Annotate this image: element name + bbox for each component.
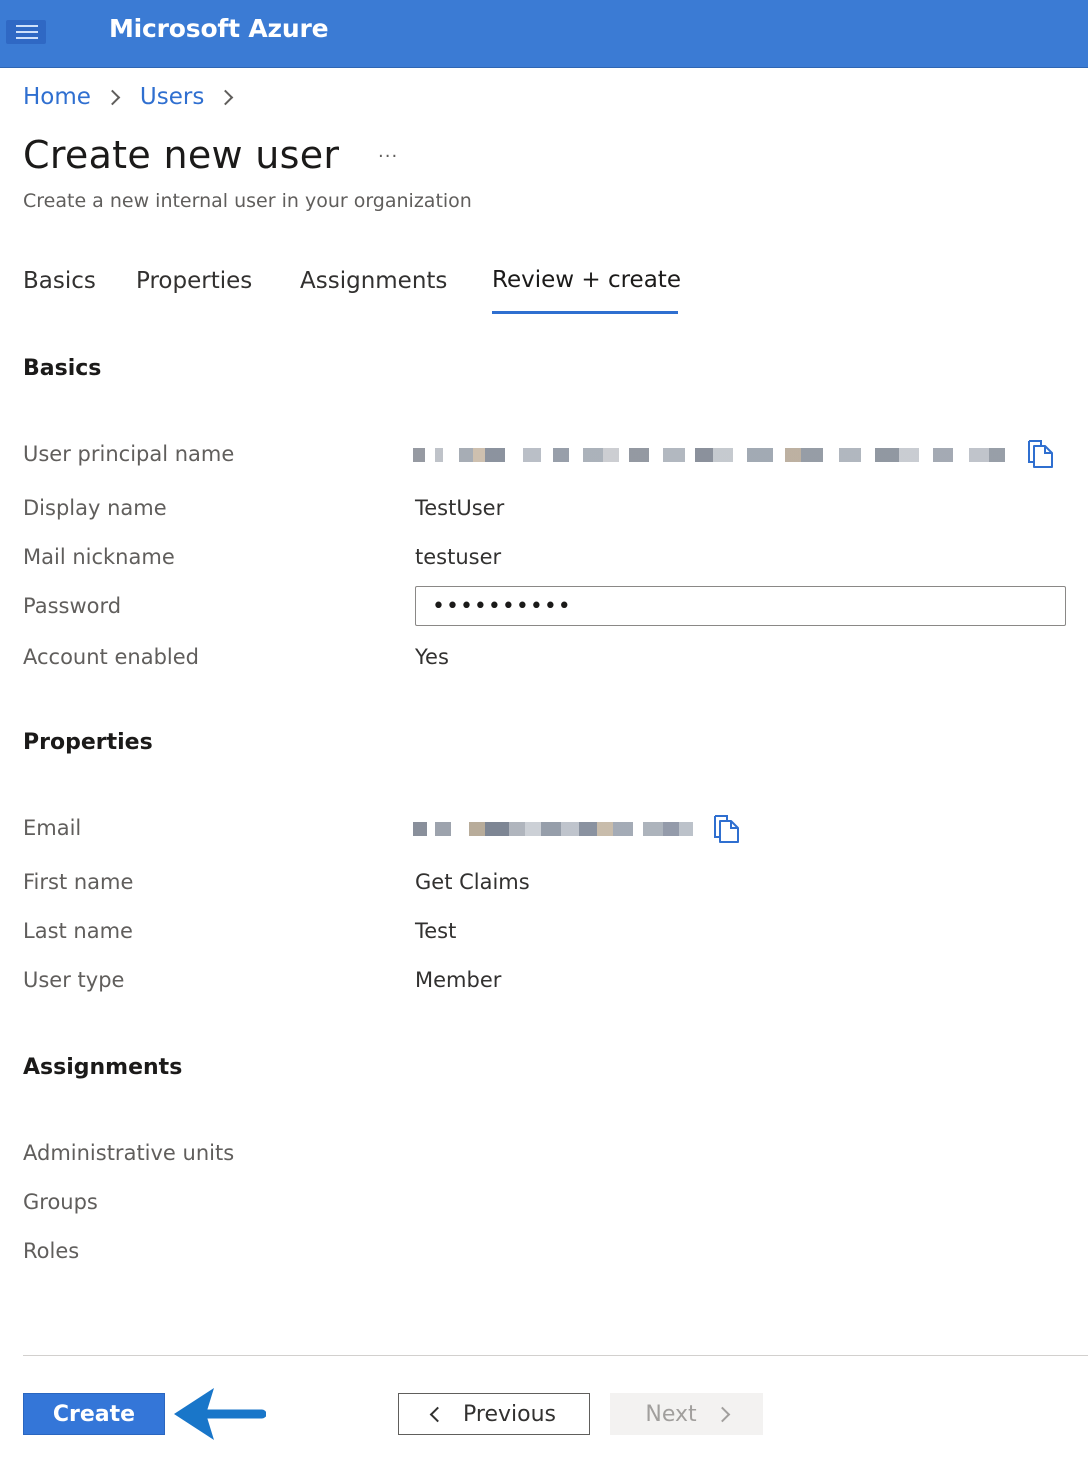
copy-icon[interactable]	[1026, 439, 1054, 469]
mail-nickname-value: testuser	[415, 545, 502, 569]
copy-icon[interactable]	[712, 814, 740, 844]
groups-label: Groups	[23, 1190, 98, 1214]
password-field[interactable]	[415, 586, 1066, 626]
chevron-right-icon	[104, 89, 121, 105]
user-principal-name-label: User principal name	[23, 442, 235, 466]
menu-bar-line	[16, 25, 38, 27]
chevron-left-icon	[429, 1406, 446, 1422]
page-subtitle: Create a new internal user in your organ…	[23, 190, 472, 212]
user-type-value: Member	[415, 968, 502, 992]
create-button[interactable]: Create	[23, 1393, 165, 1435]
next-button[interactable]: Next	[610, 1393, 763, 1435]
section-heading-properties: Properties	[23, 730, 153, 755]
user-type-label: User type	[23, 968, 125, 992]
hamburger-menu-icon[interactable]	[6, 20, 46, 44]
next-button-label: Next	[645, 1401, 697, 1427]
email-value-redacted	[413, 822, 693, 836]
chevron-right-icon	[714, 1406, 730, 1422]
tab-basics[interactable]: Basics	[23, 268, 96, 294]
administrative-units-label: Administrative units	[23, 1141, 235, 1165]
display-name-value: TestUser	[415, 496, 505, 520]
email-label: Email	[23, 816, 82, 840]
first-name-value: Get Claims	[415, 870, 530, 894]
display-name-label: Display name	[23, 496, 167, 520]
more-options-icon[interactable]: ···	[378, 146, 398, 167]
user-principal-name-value-redacted	[413, 448, 1005, 462]
previous-button-label: Previous	[463, 1401, 556, 1427]
arrow-left-icon	[174, 1388, 266, 1440]
app-title[interactable]: Microsoft Azure	[109, 14, 329, 43]
page-title: Create new user	[23, 133, 340, 177]
account-enabled-value: Yes	[415, 645, 449, 669]
menu-bar-line	[16, 37, 38, 39]
first-name-label: First name	[23, 870, 134, 894]
breadcrumb-home[interactable]: Home	[23, 84, 91, 110]
tab-properties[interactable]: Properties	[136, 268, 252, 294]
roles-label: Roles	[23, 1239, 80, 1263]
tab-review-create[interactable]: Review + create	[492, 267, 681, 293]
last-name-value: Test	[415, 919, 457, 943]
password-label: Password	[23, 594, 122, 618]
tab-assignments[interactable]: Assignments	[300, 268, 447, 294]
breadcrumb-users[interactable]: Users	[140, 84, 204, 110]
chevron-right-icon	[218, 89, 234, 105]
section-heading-basics: Basics	[23, 356, 102, 381]
account-enabled-label: Account enabled	[23, 645, 199, 669]
menu-bar-line	[16, 31, 38, 33]
breadcrumb: Home Users	[23, 84, 253, 110]
footer-divider	[23, 1355, 1088, 1356]
previous-button[interactable]: Previous	[398, 1393, 590, 1435]
mail-nickname-label: Mail nickname	[23, 545, 175, 569]
top-bar: Microsoft Azure	[0, 0, 1088, 68]
section-heading-assignments: Assignments	[23, 1055, 183, 1080]
last-name-label: Last name	[23, 919, 133, 943]
active-tab-indicator	[492, 311, 678, 314]
